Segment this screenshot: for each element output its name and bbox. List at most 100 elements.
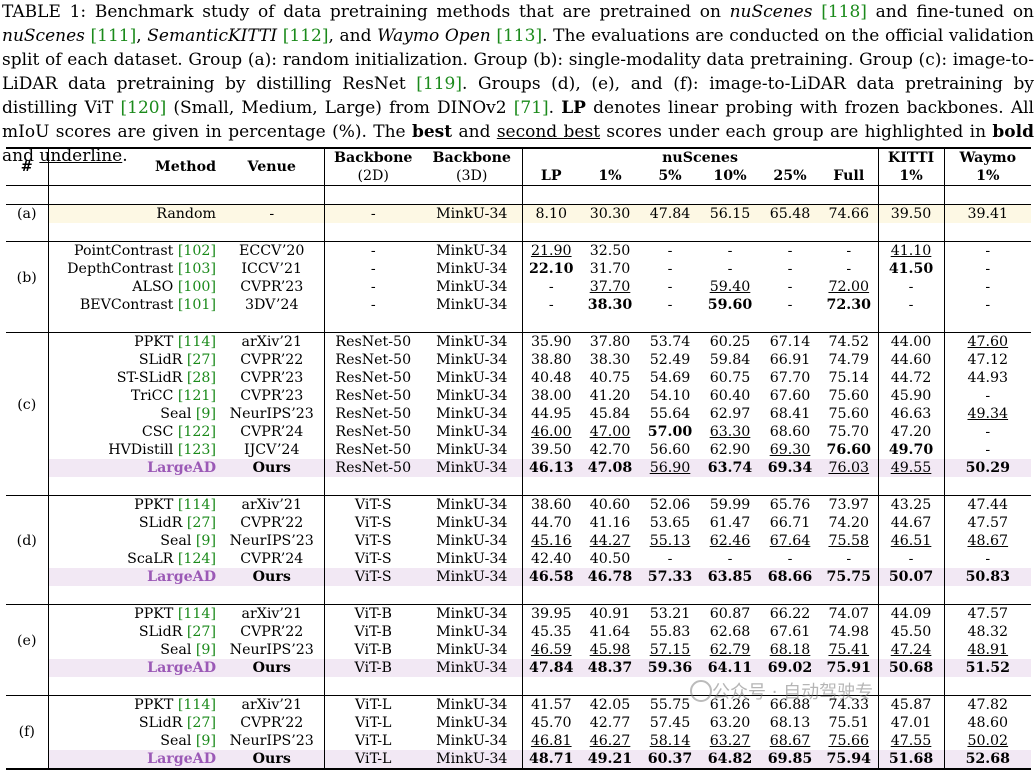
score-cell: 45.70 (521, 714, 580, 732)
col-backbone-3d: Backbone (422, 147, 522, 167)
citation-link[interactable]: [112] (283, 26, 329, 46)
score-cell: 74.20 (820, 514, 878, 532)
citation-link[interactable]: [114] (178, 606, 216, 622)
citation-link[interactable]: [28] (187, 370, 216, 386)
score-cell: 52.06 (640, 496, 700, 515)
score-cell: 75.60 (820, 405, 878, 423)
citation-link[interactable]: [9] (196, 406, 216, 422)
score-value: 66.22 (769, 606, 811, 622)
score-value: 53.65 (649, 515, 691, 531)
citation-link[interactable]: [114] (178, 334, 216, 350)
score-value: 75.75 (826, 569, 871, 585)
citation-link[interactable]: [27] (187, 352, 216, 368)
score-value: 63.85 (707, 569, 753, 585)
score-value: 47.60 (967, 334, 1009, 350)
citation-link[interactable]: [103] (178, 261, 216, 277)
score-value: 65.48 (769, 206, 811, 222)
score-value: 51.68 (888, 751, 934, 767)
table-row: SLidR [27] CVPR’22 ResNet-50 MinkU-34 38.80 3… (6, 351, 1032, 369)
citation-link[interactable]: [119] (416, 74, 462, 94)
score-value: 67.61 (769, 624, 811, 640)
score-cell: 67.60 (760, 387, 820, 405)
score-cell: 63.85 (700, 568, 760, 586)
score-cell: - (700, 550, 760, 568)
backbone-2d-cell: ViT-B (323, 623, 422, 641)
method-cell: Seal [9] (47, 732, 220, 750)
score-cell: - (700, 242, 760, 261)
score-cell: 47.08 (580, 459, 640, 477)
citation-link[interactable]: [120] (121, 98, 167, 118)
citation-link[interactable]: [71] (514, 98, 549, 118)
score-cell: 76.03 (820, 459, 879, 477)
score-cell: 42.40 (521, 550, 580, 568)
score-value: 52.06 (649, 497, 691, 513)
venue-cell: NeurIPS’23 (229, 406, 314, 422)
citation-link[interactable]: [114] (178, 697, 216, 713)
score-value: 39.41 (967, 206, 1009, 222)
citation-link[interactable]: [27] (187, 515, 216, 531)
score-value: 75.66 (828, 733, 870, 749)
group-spacer (6, 185, 1032, 205)
score-cell: 68.66 (760, 568, 820, 586)
method-cell: PPKT [114] (47, 332, 220, 351)
method-name: Seal (160, 533, 192, 549)
score-value: 63.27 (709, 733, 751, 749)
score-cell: 37.80 (580, 333, 640, 352)
table-row: CSC [122] CVPR’24 ResNet-50 MinkU-34 46.00 47… (6, 423, 1032, 441)
score-value: 38.00 (530, 388, 572, 404)
table-row-ours: LargeAD Ours ResNet-50 MinkU-34 46.13 47.08 56… (6, 459, 1032, 477)
score-cell: 21.90 (521, 241, 580, 260)
group-label: (f) (6, 695, 48, 770)
score-value: - (667, 243, 673, 259)
score-cell: 68.60 (760, 423, 820, 441)
col-method: Method (47, 147, 220, 186)
citation-link[interactable]: [111] (91, 26, 137, 46)
group-label: (e) (17, 633, 37, 649)
citation-link[interactable]: [118] (821, 2, 867, 22)
citation-link[interactable]: [121] (178, 388, 216, 404)
citation-link[interactable]: [102] (178, 243, 216, 259)
citation-link[interactable]: [100] (178, 279, 216, 295)
score-value: - (846, 551, 852, 567)
score-cell: 44.93 (943, 369, 1032, 387)
citation-link[interactable]: [123] (178, 442, 216, 458)
citation-link[interactable]: [114] (178, 497, 216, 513)
score-value: 56.15 (709, 206, 751, 222)
score-value: 60.37 (647, 751, 693, 767)
citation-link[interactable]: [122] (178, 424, 216, 440)
citation-link[interactable]: [27] (187, 624, 216, 640)
method-cell: Random (47, 204, 220, 223)
backbone-3d-cell: MinkU-34 (422, 459, 522, 477)
score-cell: 46.27 (580, 732, 640, 750)
backbone-3d-cell: MinkU-34 (422, 750, 522, 770)
method-cell: LargeAD (47, 659, 220, 677)
citation-link[interactable]: [124] (178, 551, 216, 567)
score-value: 60.75 (709, 370, 751, 386)
score-value: 47.20 (890, 424, 932, 440)
score-cell: 62.68 (700, 623, 760, 641)
venue-cell: Ours (220, 750, 324, 770)
score-cell: 31.70 (580, 260, 640, 278)
citation-link[interactable]: [101] (178, 297, 216, 313)
score-cell: 39.50 (877, 204, 945, 223)
venue-cell: - (220, 204, 324, 223)
score-value: - (667, 279, 673, 295)
score-cell: 47.82 (943, 695, 1032, 714)
citation-link[interactable]: [9] (196, 642, 216, 658)
score-value: 74.20 (828, 515, 870, 531)
score-value: 76.60 (826, 442, 871, 458)
score-value: - (985, 279, 991, 295)
score-cell: 35.90 (521, 332, 580, 351)
citation-link[interactable]: [9] (196, 733, 216, 749)
score-cell: 46.13 (521, 459, 580, 477)
citation-link[interactable]: [113] (496, 26, 542, 46)
backbone-3d-cell: MinkU-34 (436, 606, 508, 622)
citation-link[interactable]: [9] (196, 533, 216, 549)
score-cell: 62.97 (700, 405, 760, 423)
score-cell: 69.30 (760, 441, 820, 459)
backbone-3d-cell: MinkU-34 (436, 533, 508, 549)
citation-link[interactable]: [27] (187, 715, 216, 731)
score-value: 46.13 (529, 460, 574, 476)
table-row: (b) PointContrast [102] ECCV’20- MinkU-34 21… (6, 241, 1032, 286)
backbone-3d-cell: MinkU-34 (436, 442, 508, 458)
